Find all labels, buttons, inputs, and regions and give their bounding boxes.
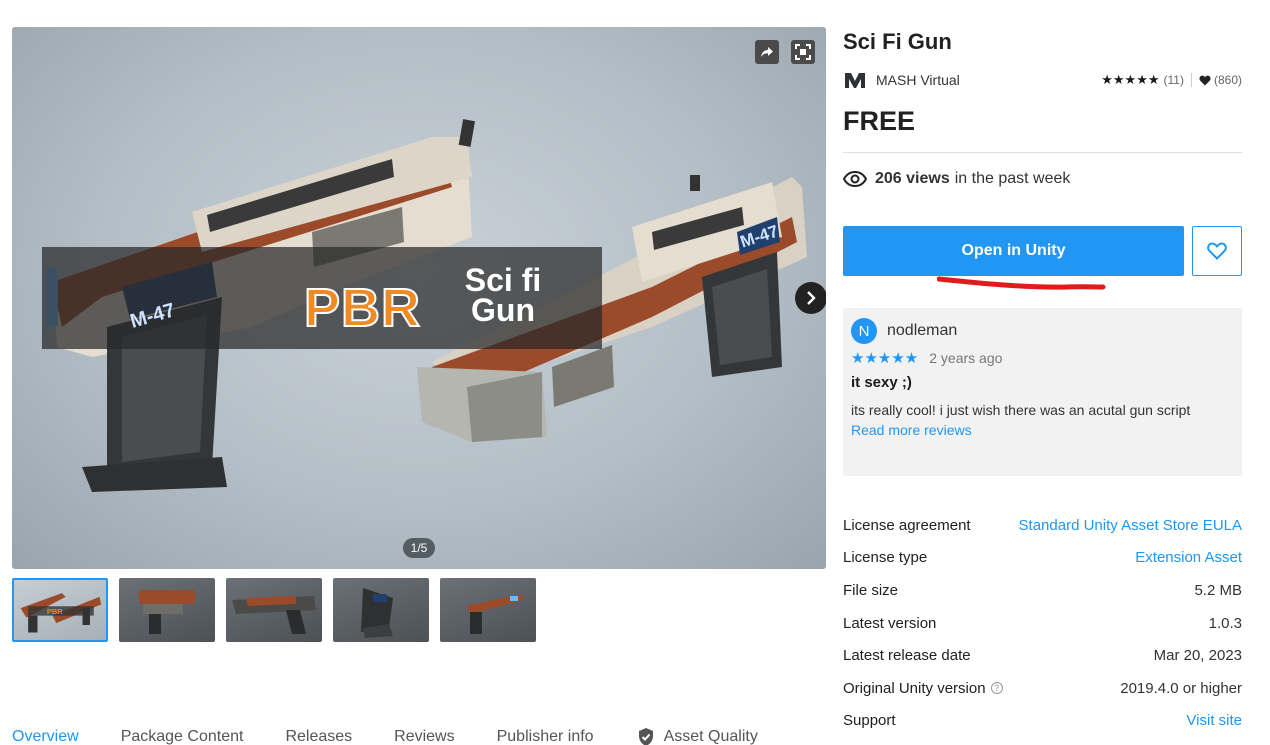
visit-site-link[interactable]: Visit site xyxy=(1186,712,1242,729)
views-suffix: in the past week xyxy=(954,170,1071,187)
next-image-button[interactable] xyxy=(795,282,826,314)
detail-value: 2019.4.0 or higher xyxy=(1120,679,1242,697)
thumbnail-3[interactable] xyxy=(226,578,322,642)
detail-value: 5.2 MB xyxy=(1194,581,1242,599)
license-agreement-link[interactable]: Standard Unity Asset Store EULA xyxy=(1019,517,1242,534)
fullscreen-icon xyxy=(795,44,811,60)
views-count: 206 views xyxy=(875,170,950,187)
help-icon[interactable]: ? xyxy=(990,682,1003,695)
publisher-name[interactable]: MASH Virtual xyxy=(876,72,960,88)
detail-value: 1.0.3 xyxy=(1208,614,1242,632)
price: FREE xyxy=(843,106,916,136)
thumbnail-image xyxy=(232,596,316,634)
detail-label-with-help: Original Unity version ? xyxy=(843,680,1003,697)
fullscreen-button[interactable] xyxy=(791,40,815,64)
product-tabs: Overview Package Content Releases Review… xyxy=(12,727,800,745)
tab-asset-quality[interactable]: Asset Quality xyxy=(636,727,758,745)
detail-label: Support xyxy=(843,712,896,730)
detail-row-unity-version: Original Unity version ? 2019.4.0 or hig… xyxy=(843,672,1242,705)
shield-check-icon xyxy=(638,728,653,745)
heart-icon xyxy=(1199,75,1211,85)
review-date: 2 years ago xyxy=(929,350,1003,366)
detail-value: Mar 20, 2023 xyxy=(1153,647,1242,665)
publisher-row: MASH Virtual ★★★★★ (11) (860) xyxy=(843,69,1242,91)
rating-stars: ★★★★★ xyxy=(1101,72,1160,87)
tab-reviews[interactable]: Reviews xyxy=(394,727,454,745)
banner-line-1: Sci fi xyxy=(464,262,542,298)
tab-releases[interactable]: Releases xyxy=(285,727,352,745)
heart-outline-icon xyxy=(1207,242,1227,260)
detail-row-license-agreement: License agreement Standard Unity Asset S… xyxy=(843,509,1242,542)
detail-label: File size xyxy=(843,581,899,599)
tab-package-content[interactable]: Package Content xyxy=(121,727,244,745)
thumbnail-image: PBR xyxy=(20,593,102,633)
detail-row-release-date: Latest release date Mar 20, 2023 xyxy=(843,639,1242,672)
detail-label: Original Unity version xyxy=(843,679,986,697)
thumbnail-strip: PBR xyxy=(12,578,536,642)
detail-label: License agreement xyxy=(843,516,971,534)
detail-label: License type xyxy=(843,549,928,567)
share-button[interactable] xyxy=(755,40,779,64)
banner-pbr-text: PBR xyxy=(303,277,422,339)
image-counter: 1/5 xyxy=(403,538,435,558)
tab-overview[interactable]: Overview xyxy=(12,727,79,745)
thumbnail-image xyxy=(466,594,524,634)
add-to-favorites-button[interactable] xyxy=(1192,226,1242,276)
share-icon xyxy=(761,47,773,57)
rating-count: (11) xyxy=(1163,73,1184,87)
license-type-link[interactable]: Extension Asset xyxy=(1135,549,1242,566)
read-more-reviews-link[interactable]: Read more reviews xyxy=(851,422,1234,438)
product-title: Sci Fi Gun xyxy=(843,29,952,54)
review-body: its really cool! i just wish there was a… xyxy=(851,402,1191,418)
tab-publisher-info[interactable]: Publisher info xyxy=(497,727,594,745)
detail-row-support: Support Visit site xyxy=(843,705,1242,738)
thumbnail-4[interactable] xyxy=(333,578,429,642)
review-title: it sexy ;) xyxy=(851,374,912,391)
detail-label: Latest version xyxy=(843,614,937,632)
review-username: nodleman xyxy=(887,322,958,339)
review-stars: ★★★★★ xyxy=(851,350,919,367)
red-annotation-underline xyxy=(937,276,1106,290)
open-in-unity-button[interactable]: Open in Unity xyxy=(843,226,1184,276)
favorites-count: (860) xyxy=(1213,73,1242,87)
thumbnail-1[interactable]: PBR xyxy=(12,578,108,642)
banner-subtitle: Sci fi Gun xyxy=(448,262,558,328)
banner-line-2: Gun xyxy=(471,292,535,328)
svg-text:PBR: PBR xyxy=(47,607,63,616)
divider xyxy=(1190,73,1192,87)
views-stat: 206 views in the past week xyxy=(843,170,1070,188)
detail-label: Latest release date xyxy=(843,647,971,665)
thumbnail-image xyxy=(361,588,393,638)
detail-row-license-type: License type Extension Asset xyxy=(843,542,1242,575)
publisher-logo-icon[interactable] xyxy=(843,70,867,90)
thumbnail-5[interactable] xyxy=(440,578,536,642)
tab-asset-quality-label: Asset Quality xyxy=(663,728,758,745)
main-gallery-image[interactable]: PBR Sci fi Gun M-47 M-47 1/5 xyxy=(12,27,826,569)
divider xyxy=(843,152,1242,153)
chevron-right-icon xyxy=(807,291,816,305)
thumbnail-image xyxy=(139,590,195,634)
avatar: N xyxy=(851,318,877,344)
eye-icon xyxy=(843,171,867,187)
rating-summary[interactable]: ★★★★★ (11) (860) xyxy=(1101,72,1242,88)
thumbnail-2[interactable] xyxy=(119,578,215,642)
detail-row-file-size: File size 5.2 MB xyxy=(843,574,1242,607)
review-card: N nodleman ★★★★★ 2 years ago it sexy ;) … xyxy=(843,308,1242,476)
product-details: License agreement Standard Unity Asset S… xyxy=(843,509,1242,737)
detail-row-latest-version: Latest version 1.0.3 xyxy=(843,607,1242,640)
